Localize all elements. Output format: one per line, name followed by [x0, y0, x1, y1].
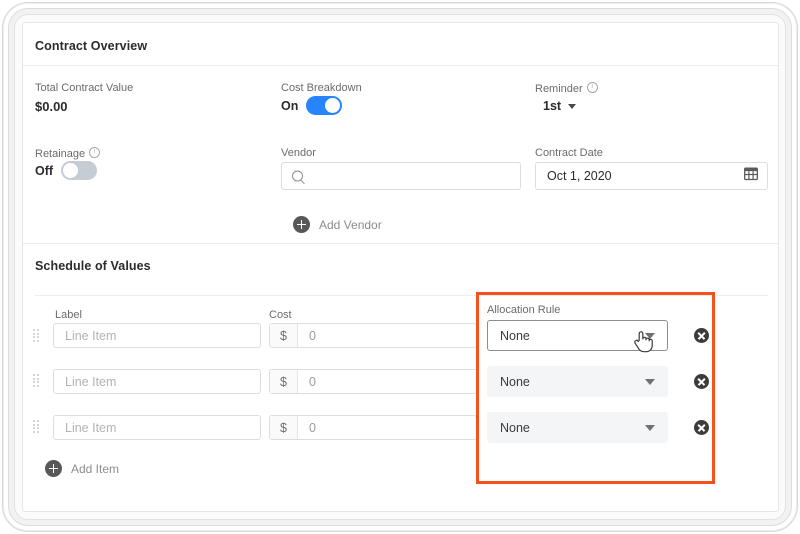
currency-prefix: $ [270, 370, 298, 393]
drag-handle-icon[interactable] [33, 329, 39, 343]
allocation-rule-value: None [500, 328, 530, 343]
currency-prefix: $ [270, 416, 298, 439]
allocation-rule-select[interactable]: None [487, 412, 668, 443]
contract-date-input[interactable]: Oct 1, 2020 [535, 162, 768, 190]
contract-card: Contract Overview Total Contract Value $… [22, 22, 779, 512]
chevron-down-icon [645, 378, 655, 385]
switch-knob [63, 163, 79, 178]
toggle-retainage[interactable]: Off [35, 161, 98, 180]
line-item-cost-input[interactable]: $ 0 [269, 415, 477, 440]
switch-retainage[interactable] [61, 161, 98, 180]
drag-handle-icon[interactable] [33, 374, 39, 388]
line-item-label-input[interactable]: Line Item [53, 369, 261, 394]
label-retainage: Retainage [35, 146, 101, 160]
chevron-down-icon [568, 103, 577, 109]
line-item-cost-value: 0 [309, 328, 316, 343]
line-item-cost-value: 0 [309, 420, 316, 435]
plus-circle-icon [45, 460, 62, 477]
divider-between-sections [23, 243, 778, 244]
vendor-search-input[interactable] [281, 162, 521, 190]
select-reminder-value: 1st [543, 99, 562, 113]
line-item-label-input[interactable]: Line Item [53, 323, 261, 348]
label-reminder-text: Reminder [535, 83, 583, 95]
line-item-cost-input[interactable]: $ 0 [269, 369, 477, 394]
label-reminder: Reminder [535, 81, 598, 95]
switch-cost-breakdown[interactable] [306, 96, 343, 115]
add-item-button[interactable]: Add Item [45, 460, 119, 477]
allocation-rule-value: None [500, 374, 530, 389]
divider-under-schedule-of-values [35, 295, 768, 296]
line-item-label-value: Line Item [65, 420, 117, 435]
chevron-down-icon [645, 424, 655, 431]
label-vendor: Vendor [281, 147, 316, 159]
allocation-rule-value: None [500, 420, 530, 435]
label-total-contract-value: Total Contract Value [35, 82, 134, 94]
calendar-icon[interactable] [744, 167, 758, 186]
allocation-rule-select[interactable]: None [487, 320, 668, 351]
contract-date-value: Oct 1, 2020 [547, 169, 612, 183]
currency-prefix: $ [270, 324, 298, 347]
label-cost-breakdown: Cost Breakdown [281, 82, 362, 94]
info-icon-retainage[interactable] [89, 146, 101, 158]
plus-circle-icon [293, 216, 310, 233]
switch-knob [325, 98, 341, 113]
toggle-retainage-state: Off [35, 163, 54, 178]
info-icon-reminder[interactable] [586, 81, 598, 93]
remove-line-item-button[interactable] [694, 374, 709, 389]
drag-handle-icon[interactable] [33, 420, 39, 434]
line-item-label-input[interactable]: Line Item [53, 415, 261, 440]
label-contract-date: Contract Date [535, 147, 603, 159]
add-vendor-label: Add Vendor [319, 217, 382, 232]
line-item-label-value: Line Item [65, 374, 117, 389]
search-icon [292, 170, 303, 182]
column-header-label: Label [55, 309, 82, 321]
label-retainage-text: Retainage [35, 148, 86, 160]
line-item-cost-input[interactable]: $ 0 [269, 323, 477, 348]
line-item-label-value: Line Item [65, 328, 117, 343]
remove-line-item-button[interactable] [694, 328, 709, 343]
divider-under-contract-overview [23, 65, 778, 66]
column-header-allocation-rule: Allocation Rule [487, 304, 561, 316]
value-total-contract-value: $0.00 [35, 99, 68, 114]
select-reminder[interactable]: 1st [543, 99, 577, 113]
line-item-cost-value: 0 [309, 374, 316, 389]
toggle-cost-breakdown[interactable]: On [281, 96, 343, 115]
allocation-rule-select[interactable]: None [487, 366, 668, 397]
section-title-schedule-of-values: Schedule of Values [35, 259, 151, 273]
toggle-cost-breakdown-state: On [281, 98, 299, 113]
column-header-cost: Cost [269, 309, 292, 321]
remove-line-item-button[interactable] [694, 420, 709, 435]
add-item-label: Add Item [71, 461, 120, 476]
add-vendor-button[interactable]: Add Vendor [293, 216, 382, 233]
section-title-contract-overview: Contract Overview [35, 39, 148, 53]
chevron-down-icon [645, 332, 655, 339]
